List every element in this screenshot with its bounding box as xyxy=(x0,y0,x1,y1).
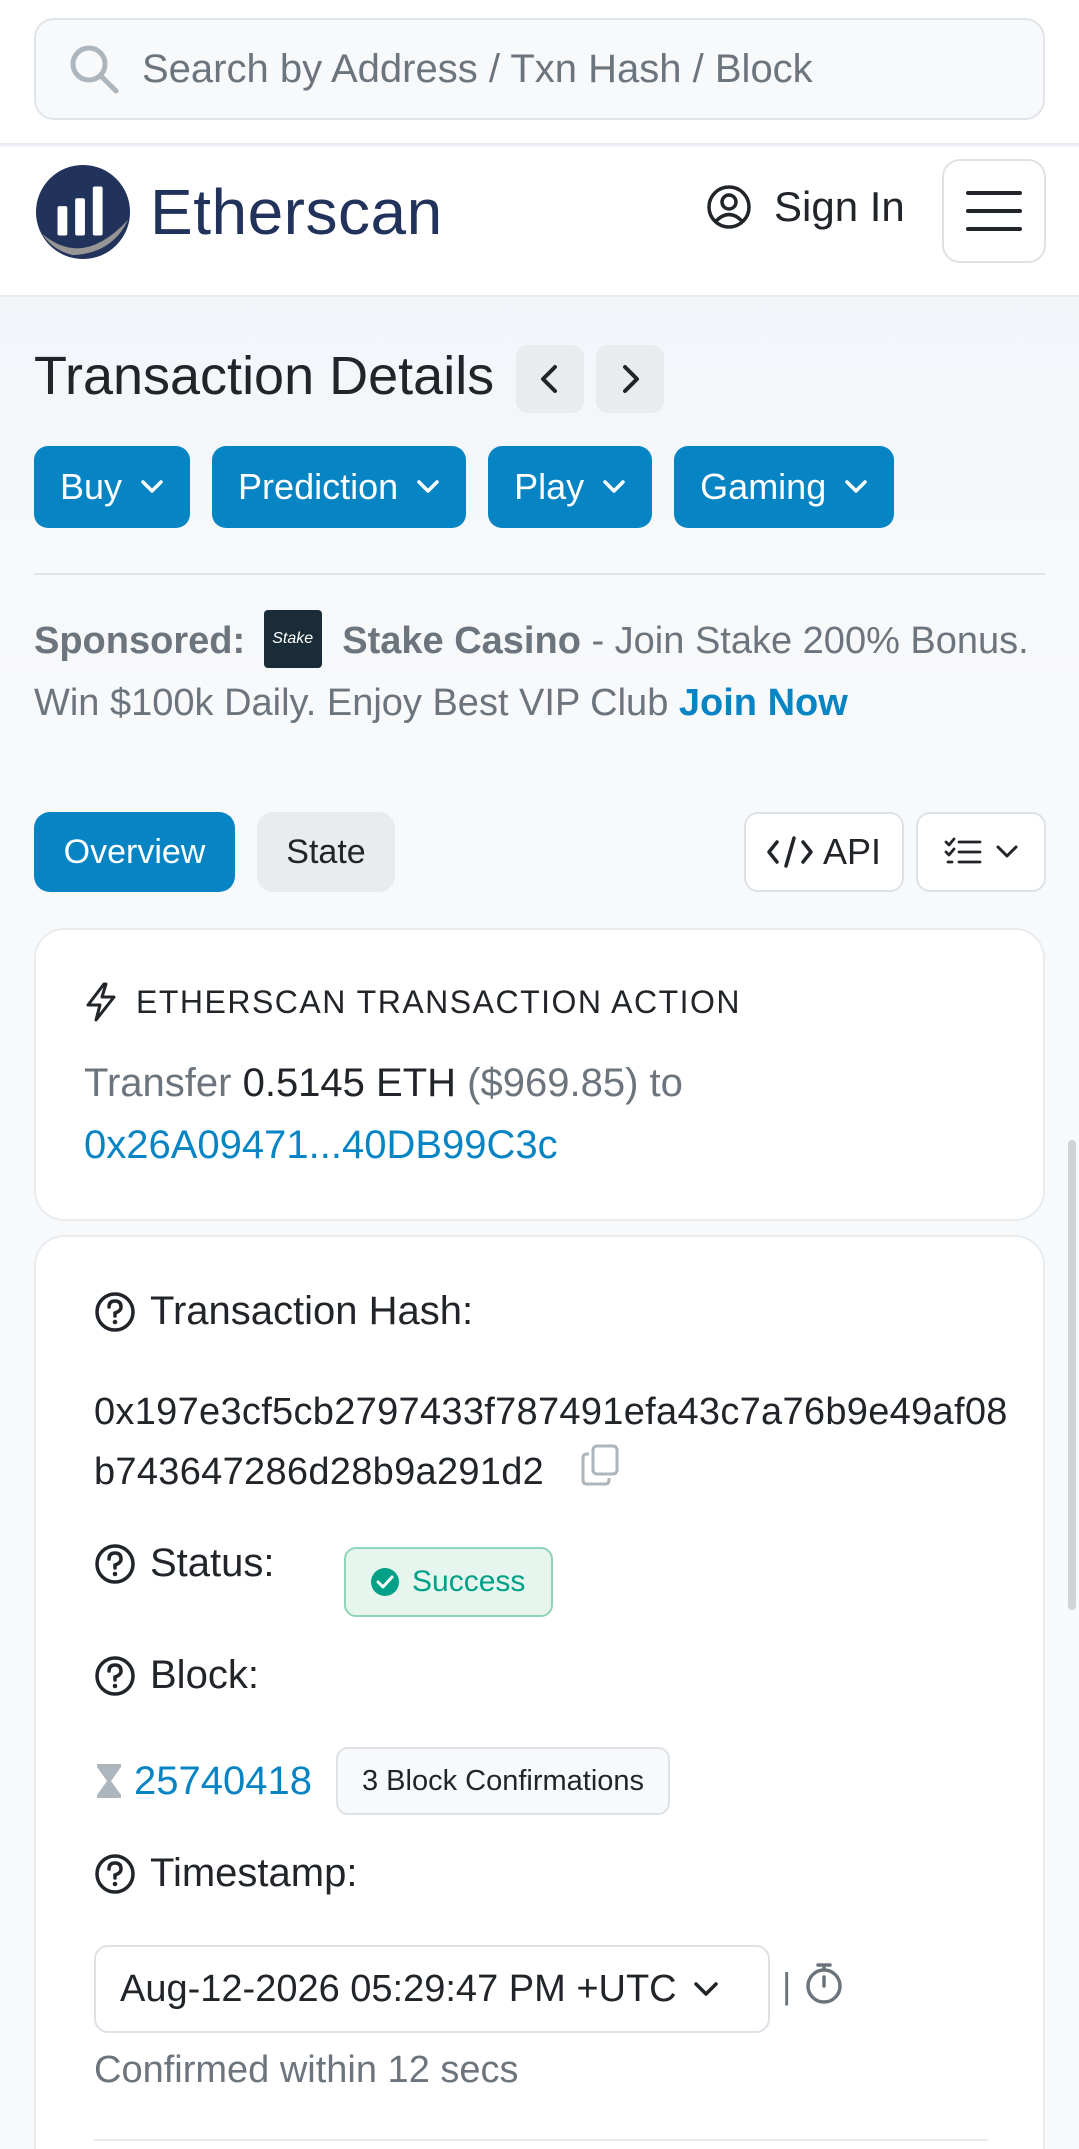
status-badge: Success xyxy=(344,1547,554,1617)
sponsored-label: Sponsored: xyxy=(34,620,246,662)
divider xyxy=(94,2139,988,2141)
stopwatch-icon xyxy=(804,1961,844,2010)
action-to: to xyxy=(649,1061,683,1105)
block-number-link[interactable]: 25740418 xyxy=(134,1759,312,1804)
gaming-dropdown-button[interactable]: Gaming xyxy=(674,446,895,528)
search-bar-container xyxy=(0,0,1079,145)
chevron-down-icon xyxy=(845,480,867,493)
block-label-text: Block: xyxy=(150,1653,259,1697)
tab-overview[interactable]: Overview xyxy=(34,812,235,892)
next-transaction-button[interactable] xyxy=(596,345,664,413)
previous-transaction-button[interactable] xyxy=(516,345,584,413)
status-value: Success xyxy=(412,1565,526,1598)
block-row: 25740418 3 Block Confirmations xyxy=(94,1747,671,1815)
sponsored-banner: Sponsored: Stake Stake Casino - Join Sta… xyxy=(34,609,1054,734)
action-amount: 0.5145 ETH xyxy=(242,1061,457,1105)
transaction-action-heading: ETHERSCAN TRANSACTION ACTION xyxy=(84,982,741,1022)
api-button[interactable]: API xyxy=(744,812,904,892)
transaction-details-card: Transaction Hash: 0x197e3cf5cb2797433f78… xyxy=(34,1235,1045,2149)
checklist-icon xyxy=(944,837,982,864)
block-confirmations-badge: 3 Block Confirmations xyxy=(335,1747,671,1815)
transaction-hash-text: 0x197e3cf5cb2797433f787491efa43c7a76b9e4… xyxy=(94,1391,1008,1493)
timestamp-separator: | xyxy=(782,1965,792,2006)
block-label: Block: xyxy=(94,1653,259,1698)
chevron-down-icon xyxy=(417,480,439,493)
buy-dropdown-button[interactable]: Buy xyxy=(34,446,191,528)
timestamp-label-text: Timestamp: xyxy=(150,1851,358,1895)
chevron-down-icon xyxy=(141,480,163,493)
page-scrollbar[interactable] xyxy=(1068,1140,1076,1610)
sponsor-brand-link[interactable]: Stake Casino xyxy=(342,620,581,662)
hamburger-icon xyxy=(966,191,1022,231)
status-label: Status: xyxy=(94,1541,275,1586)
chevron-right-icon xyxy=(623,365,639,393)
page-title: Transaction Details xyxy=(34,346,495,406)
buy-label: Buy xyxy=(60,466,123,507)
divider xyxy=(34,573,1045,575)
chevron-down-icon xyxy=(603,480,625,493)
help-circle-icon[interactable] xyxy=(94,1853,136,1895)
api-label: API xyxy=(822,831,882,872)
play-dropdown-button[interactable]: Play xyxy=(488,446,653,528)
etherscan-logo[interactable]: Etherscan xyxy=(34,163,443,261)
transaction-hash-label: Transaction Hash: xyxy=(94,1289,473,1334)
help-circle-icon[interactable] xyxy=(94,1291,136,1333)
menu-button[interactable] xyxy=(942,159,1046,263)
prediction-label: Prediction xyxy=(238,466,399,507)
check-circle-icon xyxy=(371,1568,399,1596)
gaming-label: Gaming xyxy=(700,466,827,507)
transaction-action-text: Transfer 0.5145 ETH ($969.85) to 0x26A09… xyxy=(84,1052,1004,1176)
search-box[interactable] xyxy=(34,18,1045,120)
timestamp-dropdown[interactable]: Aug-12-2026 05:29:47 PM +UTC xyxy=(94,1945,770,2033)
prediction-dropdown-button[interactable]: Prediction xyxy=(212,446,467,528)
tab-state[interactable]: State xyxy=(257,812,395,892)
search-icon xyxy=(70,45,119,94)
transaction-action-title: ETHERSCAN TRANSACTION ACTION xyxy=(136,983,742,1020)
hourglass-icon xyxy=(97,1764,121,1798)
help-circle-icon[interactable] xyxy=(94,1655,136,1697)
sponsored-category-buttons: Buy Prediction Play Gaming xyxy=(34,446,895,528)
sign-in-link[interactable]: Sign In xyxy=(706,183,905,231)
chevron-left-icon xyxy=(541,365,557,393)
logo-text: Etherscan xyxy=(150,176,443,248)
chevron-down-icon xyxy=(996,845,1018,858)
transaction-hash-value: 0x197e3cf5cb2797433f787491efa43c7a76b9e4… xyxy=(94,1382,1014,1504)
help-circle-icon[interactable] xyxy=(94,1543,136,1585)
copy-icon xyxy=(581,1444,619,1486)
site-header: Etherscan Sign In xyxy=(0,147,1079,297)
action-verb: Transfer xyxy=(84,1061,232,1105)
confirmed-within-text: Confirmed within 12 secs xyxy=(94,2049,519,2091)
copy-hash-button[interactable] xyxy=(581,1444,619,1504)
view-options-dropdown[interactable] xyxy=(916,812,1046,892)
etherscan-logo-icon xyxy=(35,164,131,260)
timestamp-value: Aug-12-2026 05:29:47 PM +UTC xyxy=(120,1967,677,2010)
transaction-hash-label-text: Transaction Hash: xyxy=(150,1289,474,1333)
transaction-action-card: ETHERSCAN TRANSACTION ACTION Transfer 0.… xyxy=(34,928,1045,1221)
chevron-down-icon xyxy=(693,1982,718,1996)
action-usd: ($969.85) xyxy=(467,1061,639,1105)
code-icon xyxy=(767,836,813,868)
stake-logo[interactable]: Stake xyxy=(263,609,322,668)
user-circle-icon xyxy=(707,185,751,229)
play-label: Play xyxy=(514,466,585,507)
status-label-text: Status: xyxy=(150,1541,275,1585)
join-now-link[interactable]: Join Now xyxy=(679,682,848,724)
lightning-icon xyxy=(86,982,116,1022)
timestamp-label: Timestamp: xyxy=(94,1851,357,1896)
search-input[interactable] xyxy=(142,46,822,92)
sign-in-label: Sign In xyxy=(774,183,905,230)
page: Etherscan Sign In Transaction Details xyxy=(0,0,1079,2149)
recipient-address-link[interactable]: 0x26A09471...40DB99C3c xyxy=(84,1123,558,1167)
